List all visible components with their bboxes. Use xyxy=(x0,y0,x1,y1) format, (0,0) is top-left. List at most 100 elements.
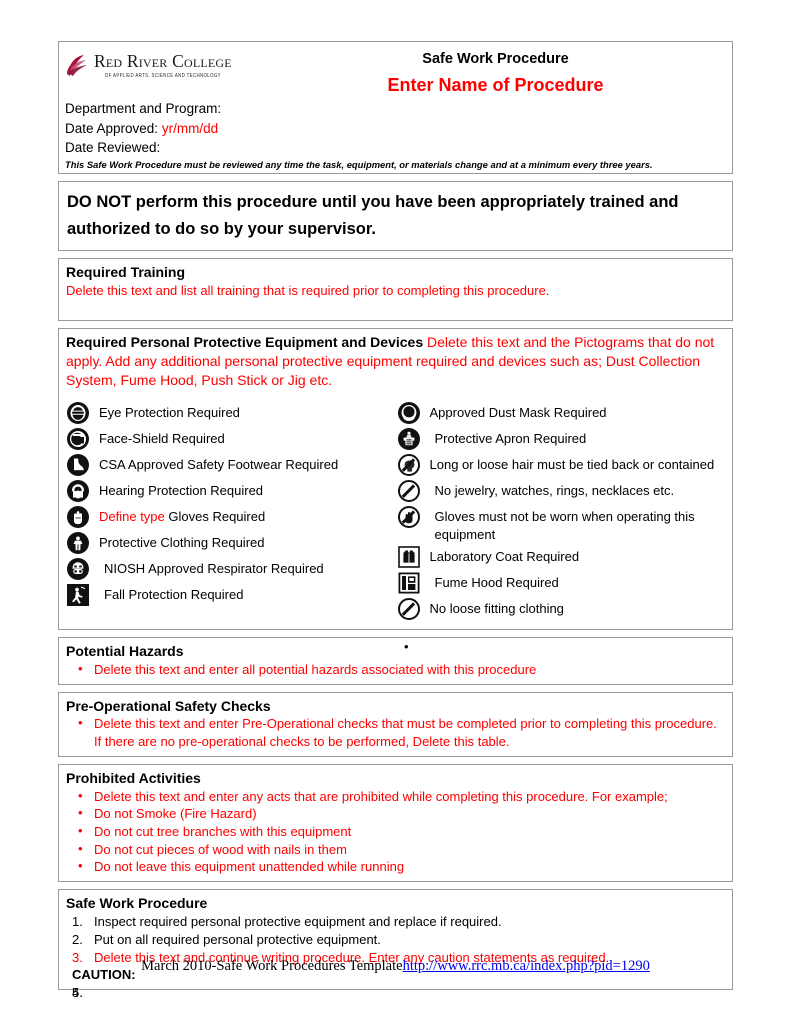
safe-work-procedure-heading: Safe Work Procedure xyxy=(66,895,208,912)
ppe-item-no-loose-hair: Long or loose hair must be tied back or … xyxy=(397,453,733,479)
ppe-item-dust-mask: Approved Dust Mask Required xyxy=(397,401,733,427)
pre-operational-list: Delete this text and enter Pre-Operation… xyxy=(66,714,725,750)
required-training-body: Delete this text and list all training t… xyxy=(66,283,550,299)
header-table: Red River College OF APPLIED ARTS, SCIEN… xyxy=(58,41,733,175)
ppe-item-protective-apron: Protective Apron Required xyxy=(397,427,733,453)
ppe-right-column: Approved Dust Mask Required Protective A… xyxy=(396,401,733,623)
hearing-protection-icon xyxy=(67,479,89,502)
ppe-label: CSA Approved Safety Footwear Required xyxy=(99,456,339,472)
footer-text: March 2010-Safe Work Procedures Template xyxy=(141,958,403,974)
pre-operational-table: Pre-Operational Safety Checks Delete thi… xyxy=(58,691,733,757)
date-reviewed-line: Date Reviewed: xyxy=(65,138,726,158)
ppe-heading-section: Required Personal Protective Equipment a… xyxy=(59,329,732,395)
step-number: 2. xyxy=(72,931,83,947)
date-approved-line: Date Approved: yr/mm/dd xyxy=(65,119,726,139)
step-text: Put on all required personal protective … xyxy=(94,931,381,947)
potential-hazards-table: Potential Hazards • Delete this text and… xyxy=(58,636,733,685)
logo-name: Red River College xyxy=(94,51,232,72)
step-number: 5. xyxy=(72,985,83,1001)
ppe-label: Define type Gloves Required xyxy=(99,505,265,526)
document-page: Red River College OF APPLIED ARTS, SCIEN… xyxy=(0,0,791,1024)
procedure-name-placeholder: Enter Name of Procedure xyxy=(387,75,604,96)
respirator-icon xyxy=(67,557,89,580)
ppe-item-lab-coat: Laboratory Coat Required xyxy=(397,545,733,571)
ppe-item-face-shield: Face-Shield Required xyxy=(67,427,396,453)
ppe-item-no-gloves: Gloves must not be worn when operating t… xyxy=(397,505,733,545)
ppe-item-respirator: NIOSH Approved Respirator Required xyxy=(67,557,396,583)
prohibited-activities-list: Delete this text and enter any acts that… xyxy=(66,787,725,876)
no-loose-clothing-icon xyxy=(397,597,420,620)
ppe-item-eye-protection: Eye Protection Required xyxy=(67,401,396,427)
list-item: Delete this text and enter any acts that… xyxy=(66,787,725,806)
list-item: Do not leave this equipment unattended w… xyxy=(66,857,725,876)
date-reviewed-label: Date Reviewed: xyxy=(65,140,161,156)
document-body: Red River College OF APPLIED ARTS, SCIEN… xyxy=(58,41,733,1000)
warning-table: DO NOT perform this procedure until you … xyxy=(58,181,733,252)
list-item: Delete this text and enter all potential… xyxy=(66,660,725,679)
protective-clothing-icon xyxy=(67,531,89,554)
date-approved-value: yr/mm/dd xyxy=(161,120,219,136)
logo-row: Red River College OF APPLIED ARTS, SCIEN… xyxy=(65,52,265,78)
college-logo: Red River College OF APPLIED ARTS, SCIEN… xyxy=(65,48,265,78)
no-jewelry-icon xyxy=(397,479,420,502)
ppe-label: Long or loose hair must be tied back or … xyxy=(429,456,715,472)
ppe-label: No jewelry, watches, rings, necklaces et… xyxy=(434,482,675,498)
header-block: Red River College OF APPLIED ARTS, SCIEN… xyxy=(59,42,732,173)
stray-bullet: • xyxy=(404,638,409,654)
leaf-mark-svg xyxy=(67,55,87,76)
list-item: Do not Smoke (Fire Hazard) xyxy=(66,804,725,823)
header-top-row: Red River College OF APPLIED ARTS, SCIEN… xyxy=(65,48,726,99)
ppe-label: Face-Shield Required xyxy=(99,430,225,446)
page-footer: March 2010-Safe Work Procedures Template… xyxy=(0,958,791,975)
ppe-label: Hearing Protection Required xyxy=(99,482,264,498)
list-item: Delete this text and enter Pre-Operation… xyxy=(66,714,725,750)
ppe-item-safety-footwear: CSA Approved Safety Footwear Required xyxy=(67,453,396,479)
fume-hood-icon xyxy=(397,572,420,594)
step-number: 1. xyxy=(72,913,83,929)
pre-operational-section: Pre-Operational Safety Checks Delete thi… xyxy=(59,693,732,756)
ppe-label: Eye Protection Required xyxy=(99,404,240,420)
ppe-item-no-jewelry: No jewelry, watches, rings, necklaces et… xyxy=(397,479,733,505)
ppe-label: Approved Dust Mask Required xyxy=(429,404,607,420)
dust-mask-icon xyxy=(397,401,420,424)
department-label: Department and Program: xyxy=(65,101,222,117)
lab-coat-icon xyxy=(397,546,420,568)
gloves-required-icon xyxy=(67,505,89,528)
review-note: This Safe Work Procedure must be reviewe… xyxy=(65,158,653,170)
step-text: Inspect required personal protective equ… xyxy=(94,913,502,929)
prohibited-activities-heading: Prohibited Activities xyxy=(66,769,201,786)
ppe-label: NIOSH Approved Respirator Required xyxy=(104,560,324,576)
ppe-label: Gloves must not be worn when operating t… xyxy=(434,508,695,542)
red-river-leaf-icon xyxy=(65,52,91,78)
ppe-label: Laboratory Coat Required xyxy=(429,548,580,564)
ppe-item-no-loose-clothing: No loose fitting clothing xyxy=(397,597,733,623)
ppe-heading-text: Required Personal Protective Equipment a… xyxy=(66,334,424,351)
ppe-grid: Eye Protection Required Face-Shield Requ… xyxy=(59,395,732,629)
list-item: Do not cut pieces of wood with nails in … xyxy=(66,840,725,859)
potential-hazards-heading: Potential Hazards xyxy=(66,642,184,659)
list-item: Do not cut tree branches with this equip… xyxy=(66,822,725,841)
ppe-heading: Required Personal Protective Equipment a… xyxy=(66,333,725,390)
header-titles: Safe Work Procedure Enter Name of Proced… xyxy=(265,48,726,99)
safety-footwear-icon xyxy=(67,453,89,476)
prohibited-activities-section: Prohibited Activities Delete this text a… xyxy=(59,765,732,881)
no-loose-hair-icon xyxy=(397,453,420,476)
ppe-label: Protective Apron Required xyxy=(434,430,587,446)
ppe-table: Required Personal Protective Equipment a… xyxy=(58,328,733,630)
procedure-step: 1. Inspect required personal protective e… xyxy=(66,913,725,931)
face-shield-icon xyxy=(67,427,89,450)
no-gloves-icon xyxy=(397,505,420,528)
required-training-table: Required Training Delete this text and l… xyxy=(58,258,733,322)
potential-hazards-section: Potential Hazards • Delete this text and… xyxy=(59,638,732,684)
logo-tagline: OF APPLIED ARTS, SCIENCE AND TECHNOLOGY xyxy=(104,71,221,78)
eye-protection-icon xyxy=(67,401,89,424)
ppe-item-fume-hood: Fume Hood Required xyxy=(397,571,733,597)
ppe-left-column: Eye Protection Required Face-Shield Requ… xyxy=(59,401,396,623)
required-training-section: Required Training Delete this text and l… xyxy=(59,259,732,320)
procedure-step: 2. Put on all required personal protectiv… xyxy=(66,931,725,949)
ppe-label: Protective Clothing Required xyxy=(99,534,265,550)
ppe-label: Fume Hood Required xyxy=(434,574,559,590)
footer-link[interactable]: http://www.rrc.mb.ca/index.php?pid=1290 xyxy=(403,958,650,974)
logo-text: Red River College OF APPLIED ARTS, SCIEN… xyxy=(94,51,232,78)
prohibited-activities-table: Prohibited Activities Delete this text a… xyxy=(58,763,733,883)
